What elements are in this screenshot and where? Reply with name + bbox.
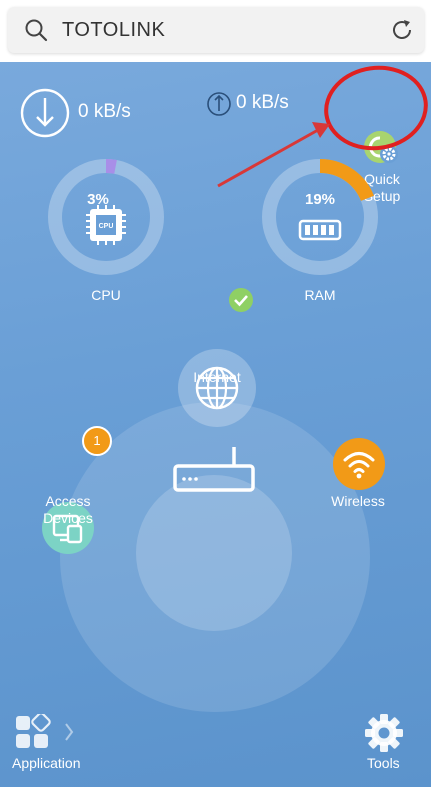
ram-gauge[interactable]: 19% <box>260 157 380 277</box>
dashboard: 0 kB/s 0 kB/s Quick Setup CPU 3% CPU 19%… <box>0 62 431 787</box>
top-bar: TOTOLINK <box>0 0 431 62</box>
wifi-icon <box>343 452 375 479</box>
internet-label: Internet <box>193 369 241 385</box>
application-grid-icon <box>16 714 74 748</box>
tools-button[interactable]: Tools <box>360 712 410 778</box>
cpu-label: CPU <box>91 287 121 303</box>
connected-check-icon <box>229 288 253 312</box>
application-label: Application <box>12 755 81 771</box>
cpu-value: 3% <box>87 191 109 208</box>
access-devices-badge: 1 <box>82 426 112 456</box>
download-speed: 0 kB/s <box>78 101 131 122</box>
cpu-chip-icon: CPU <box>86 205 126 245</box>
gear-icon <box>365 714 403 752</box>
access-devices-label-1: Access <box>45 493 91 509</box>
cpu-gauge-ring: CPU <box>48 159 164 275</box>
refresh-icon[interactable] <box>390 18 414 42</box>
memory-icon <box>298 219 342 241</box>
ram-gauge-ring <box>262 159 378 275</box>
search-bar[interactable]: TOTOLINK <box>8 7 424 53</box>
application-button[interactable]: Application <box>12 712 92 778</box>
router-node[interactable] <box>136 475 292 631</box>
wireless-node[interactable] <box>333 438 385 490</box>
globe-icon <box>195 366 239 410</box>
ram-value: 19% <box>304 191 336 208</box>
internet-node[interactable] <box>178 349 256 427</box>
svg-text:CPU: CPU <box>99 223 114 230</box>
router-icon <box>173 447 255 492</box>
cpu-gauge[interactable]: CPU 3% <box>46 157 166 277</box>
access-devices-label-2: Devices <box>43 510 93 526</box>
wireless-label: Wireless <box>331 493 385 509</box>
ram-label: RAM <box>304 287 336 303</box>
search-query-text[interactable]: TOTOLINK <box>62 19 165 42</box>
tools-label: Tools <box>367 755 400 771</box>
search-icon[interactable] <box>24 18 48 42</box>
download-icon <box>20 88 70 138</box>
